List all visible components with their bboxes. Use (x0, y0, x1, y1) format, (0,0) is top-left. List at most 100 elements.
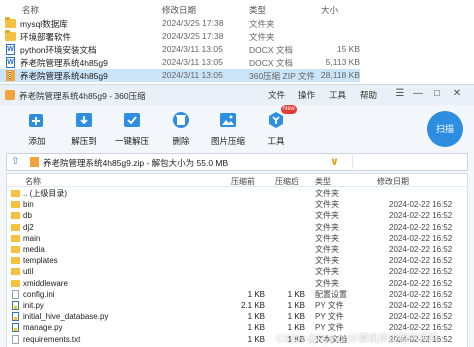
archive-row-type: 文件夹 (315, 211, 339, 221)
archive-row[interactable]: config.ini 1 KB 1 KB 配置设置 2024-02-22 16:52 (7, 289, 467, 300)
path-bar: ⇧ 养老院管理系统4h85g9.zip - 解包大小为 55.0 MB ∨ (6, 153, 468, 171)
archive-row[interactable]: .. (上级目录) 文件夹 (7, 188, 467, 199)
maximize-icon[interactable]: □ (431, 88, 443, 100)
path-dropdown-icon[interactable]: ∨ (330, 155, 339, 168)
archive-row-size: 1 KB (287, 312, 305, 322)
docx-icon (6, 44, 15, 55)
menu-help[interactable]: 帮助 (360, 89, 377, 101)
explorer-row-type: 文件夹 (249, 19, 275, 29)
archive-row-name: main (23, 233, 41, 243)
archive-row-modified: 2024-02-22 16:52 (389, 211, 453, 221)
explorer-row-size: 15 KB (336, 44, 360, 54)
archive-row-type: 文件夹 (315, 245, 339, 254)
explorer-row-date: 2024/3/11 13:05 (162, 70, 223, 80)
menu-tools[interactable]: 工具 (329, 89, 346, 101)
archive-row-packed: 2.1 KB (240, 301, 265, 310)
explorer-col-type[interactable]: 类型 (249, 4, 266, 16)
explorer-row-name: 养老院管理系统4h85g9 (20, 58, 108, 68)
col-name[interactable]: 名称 (25, 176, 41, 187)
file-explorer: 名称 修改日期 类型 大小 mysql数据库 2024/3/25 17:38 文件夹… (0, 0, 474, 84)
archive-row-name: manage.py (23, 323, 63, 333)
archive-row[interactable]: init.py 2.1 KB 1 KB PY 文件 2024-02-22 16:52 (7, 300, 467, 311)
col-size[interactable]: 压缩后 (275, 176, 299, 187)
zip-title-bar: 养老院管理系统4h85g9 - 360压缩 文件 操作 工具 帮助 ☰ — □ … (0, 85, 474, 105)
explorer-row-type: 文件夹 (249, 32, 275, 42)
folder-icon (11, 257, 20, 265)
explorer-row-type: DOCX 文档 (249, 45, 293, 55)
explorer-row[interactable]: python环境安装文档 2024/3/11 13:05 DOCX 文档 15 KB (0, 43, 360, 56)
explorer-row[interactable]: mysql数据库 2024/3/25 17:38 文件夹 (0, 17, 360, 30)
python-file-icon (12, 312, 19, 322)
archive-row-type: 文件夹 (315, 267, 339, 277)
folder-icon (11, 234, 20, 242)
archive-row[interactable]: main 文件夹 2024-02-22 16:52 (7, 233, 467, 244)
close-icon[interactable]: ✕ (451, 88, 463, 100)
one-click-extract-button[interactable]: 一键解压 (110, 107, 154, 149)
col-type[interactable]: 类型 (315, 176, 331, 187)
zip-file-icon (30, 157, 39, 167)
explorer-row[interactable]: 养老院管理系统4h85g9 2024/3/11 13:05 360压缩 ZIP 文件… (0, 69, 360, 82)
explorer-row-type: DOCX 文档 (249, 58, 293, 68)
up-directory-icon[interactable]: ⇧ (11, 156, 21, 168)
archive-row-modified: 2024-02-22 16:52 (389, 200, 453, 210)
folder-icon (11, 268, 20, 276)
archive-row[interactable]: templates 文件夹 2024-02-22 16:52 (7, 255, 467, 266)
explorer-row-date: 2024/3/25 17:38 (162, 18, 224, 28)
add-button[interactable]: 添加 (15, 107, 59, 149)
archive-row-name: util (23, 267, 34, 277)
archive-row-type: 配置设置 (315, 289, 347, 299)
menu-file[interactable]: 文件 (268, 89, 285, 101)
archive-row[interactable]: db 文件夹 2024-02-22 16:52 (7, 210, 467, 221)
extract-to-button[interactable]: 解压到 (62, 107, 106, 149)
explorer-row[interactable]: 环境部署软件 2024/3/25 17:38 文件夹 (0, 30, 360, 43)
scan-button[interactable]: 扫描 (427, 111, 463, 147)
archive-row-name: init.py (23, 301, 44, 310)
archive-row[interactable]: media 文件夹 2024-02-22 16:52 (7, 244, 467, 255)
explorer-row[interactable]: 养老院管理系统4h85g9 2024/3/11 13:05 DOCX 文档 5,113… (0, 56, 360, 69)
explorer-col-size[interactable]: 大小 (321, 4, 338, 16)
folder-icon (11, 279, 20, 287)
archive-row[interactable]: dj2 文件夹 2024-02-22 16:52 (7, 222, 467, 233)
folder-icon (11, 212, 20, 220)
path-search-box[interactable] (352, 155, 464, 169)
delete-label: 删除 (172, 136, 190, 146)
feedback-icon[interactable]: ☰ (394, 88, 406, 100)
archive-row-size: 1 KB (287, 301, 305, 310)
archive-row[interactable]: initial_hive_database.py 1 KB 1 KB PY 文件 202… (7, 311, 467, 322)
zip-window-title: 养老院管理系统4h85g9 - 360压缩 (19, 91, 146, 101)
docx-icon (6, 57, 15, 68)
archive-path: 养老院管理系统4h85g9.zip - 解包大小为 55.0 MB (43, 158, 229, 168)
archive-row[interactable]: xmiddleware 文件夹 2024-02-22 16:52 (7, 278, 467, 289)
archive-row-type: PY 文件 (315, 312, 344, 322)
minimize-icon[interactable]: — (412, 88, 424, 100)
archive-row-modified: 2024-02-22 16:52 (389, 289, 453, 299)
col-modified[interactable]: 修改日期 (377, 176, 409, 187)
archive-row-type: PY 文件 (315, 301, 344, 310)
explorer-col-name[interactable]: 名称 (22, 4, 39, 16)
archive-row-packed: 1 KB (247, 312, 265, 322)
explorer-row-date: 2024/3/25 17:38 (162, 31, 224, 41)
archive-row-name: requirements.txt (23, 334, 81, 344)
explorer-row-size: 28,118 KB (320, 70, 360, 80)
explorer-col-date[interactable]: 修改日期 (162, 4, 196, 16)
archive-row[interactable]: bin 文件夹 2024-02-22 16:52 (7, 199, 467, 210)
archive-row-name: .. (上级目录) (23, 189, 67, 198)
one-click-extract-icon (124, 113, 140, 127)
image-compress-button[interactable]: 图片压缩 (206, 107, 250, 149)
delete-button[interactable]: 删除 (159, 107, 203, 149)
file-icon (12, 289, 19, 299)
archive-row-type: 文件夹 (315, 256, 339, 266)
col-packed[interactable]: 压缩前 (231, 176, 255, 187)
archive-row-type: 文件夹 (315, 278, 339, 288)
archive-row-name: initial_hive_database.py (23, 312, 109, 322)
menu-operation[interactable]: 操作 (298, 89, 315, 101)
archive-row-type: 文件夹 (315, 189, 339, 198)
archive-row-modified: 2024-02-22 16:52 (389, 267, 453, 277)
archive-row[interactable]: util 文件夹 2024-02-22 16:52 (7, 266, 467, 277)
add-label: 添加 (28, 136, 46, 146)
one-click-extract-label: 一键解压 (114, 136, 149, 146)
tools-label: 工具 (267, 136, 285, 146)
archive-row-name: dj2 (23, 222, 34, 232)
zip-icon (6, 70, 15, 81)
watermark: CSDN @Python计算机毕设程序源码 (276, 334, 439, 345)
